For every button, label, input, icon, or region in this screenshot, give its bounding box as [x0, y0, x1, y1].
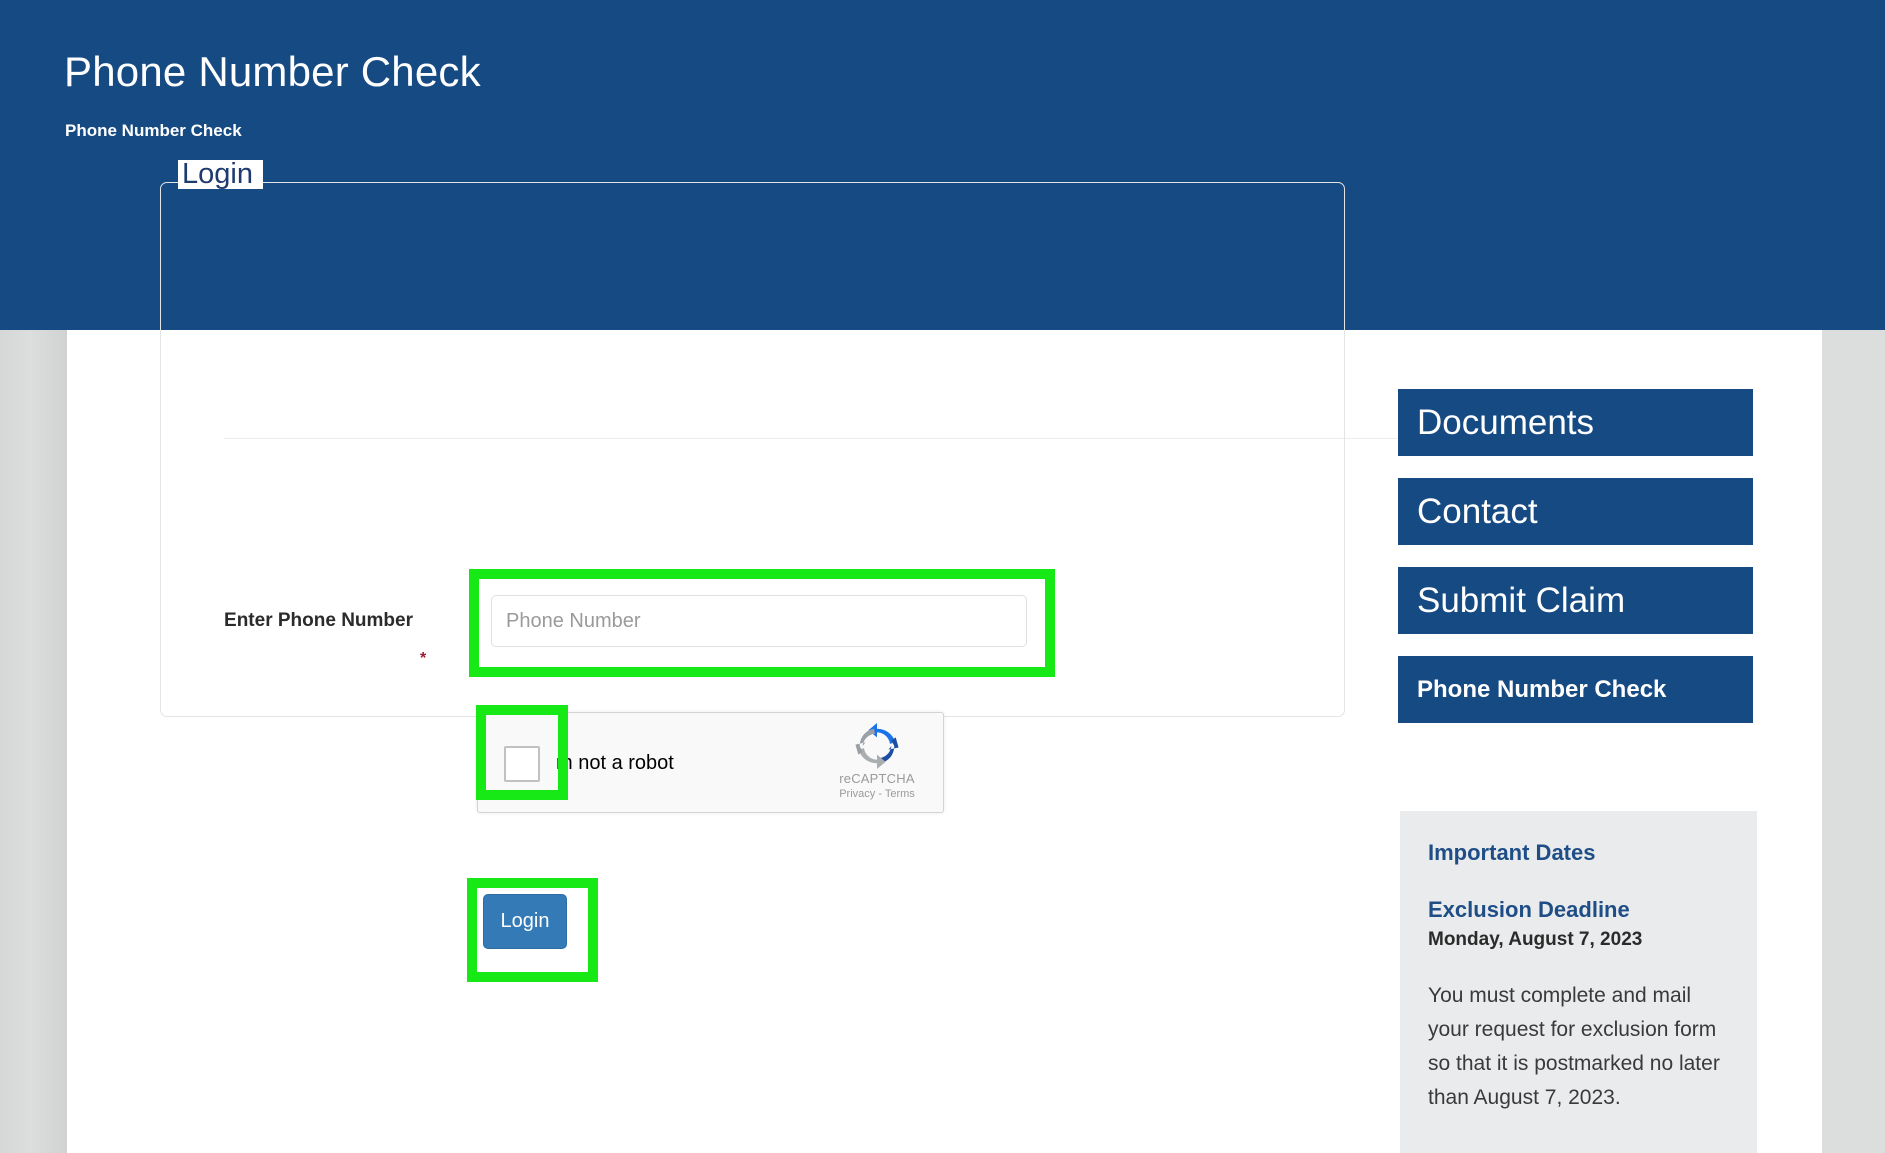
sidebar-item-label: Documents: [1417, 402, 1595, 442]
login-button[interactable]: Login: [483, 894, 567, 949]
recaptcha-logo-icon: [855, 723, 899, 769]
left-page-margin: [0, 330, 67, 1153]
highlight-box-recaptcha-checkbox: [476, 705, 568, 800]
recaptcha-privacy-terms[interactable]: Privacy - Terms: [822, 787, 932, 801]
phone-number-input[interactable]: [491, 595, 1027, 647]
sidebar-item-contact[interactable]: Contact: [1398, 478, 1753, 545]
sidebar-item-label: Submit Claim: [1417, 580, 1626, 620]
exclusion-deadline-title: Exclusion Deadline: [1428, 897, 1630, 922]
recaptcha-label: m not a robot: [556, 752, 674, 774]
page-root: Phone Number Check Phone Number Check Lo…: [0, 0, 1885, 1153]
exclusion-deadline-description: You must complete and mail your request …: [1428, 984, 1720, 1110]
banner-subtitle: Phone Number Check: [65, 121, 242, 140]
right-page-margin: [1822, 330, 1885, 1153]
sidebar-item-label: Phone Number Check: [1417, 675, 1667, 703]
required-asterisk: *: [420, 650, 427, 667]
login-legend: Login: [178, 160, 263, 189]
sidebar-item-phone-number-check[interactable]: Phone Number Check: [1398, 656, 1753, 723]
important-dates-title: Important Dates: [1428, 840, 1596, 865]
recaptcha-branding: reCAPTCHA Privacy - Terms: [822, 721, 932, 801]
important-dates-panel: Important Dates Exclusion Deadline Monda…: [1400, 811, 1757, 1153]
page-title: Phone Number Check: [64, 48, 481, 95]
exclusion-deadline-date: Monday, August 7, 2023: [1428, 929, 1643, 950]
sidebar-item-submit-claim[interactable]: Submit Claim: [1398, 567, 1753, 634]
recaptcha-brand-text: reCAPTCHA: [839, 771, 915, 786]
sidebar-item-label: Contact: [1417, 491, 1538, 531]
sidebar-item-documents[interactable]: Documents: [1398, 389, 1753, 456]
phone-number-label: Enter Phone Number: [224, 610, 413, 631]
